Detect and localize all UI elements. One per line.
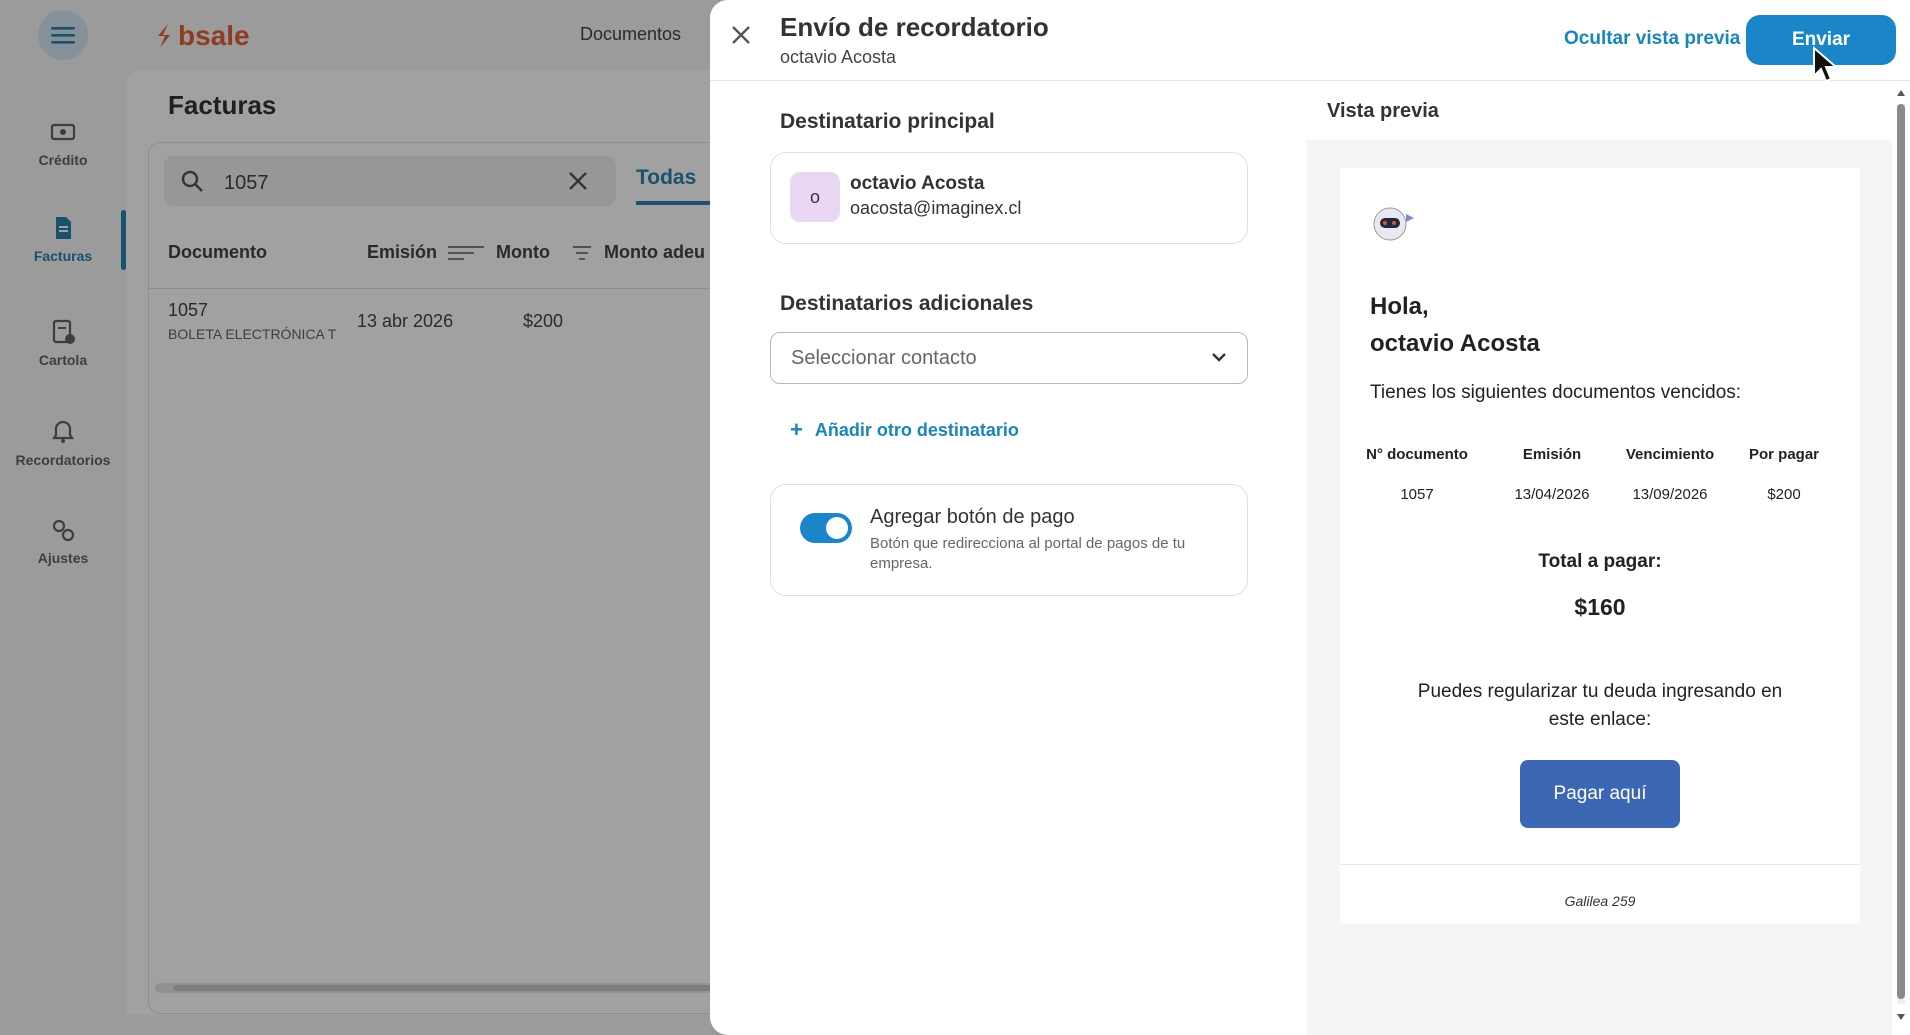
avatar: o [790, 172, 840, 222]
payment-button-toggle[interactable] [800, 513, 852, 543]
recipient-email: oacosta@imaginex.cl [850, 198, 1022, 218]
drawer-title: Envío de recordatorio [780, 12, 1049, 42]
vertical-scrollbar[interactable] [1894, 86, 1908, 1026]
scrollbar-thumb[interactable] [1897, 104, 1905, 999]
intro-text: Tienes los siguientes documentos vencido… [1370, 382, 1742, 403]
total-value: $160 [1574, 594, 1626, 620]
regularize-text: Puedes regularizar tu deuda ingresando e… [1417, 681, 1783, 730]
contact-select[interactable]: Seleccionar contacto [770, 332, 1248, 384]
plus-icon: + [790, 417, 803, 442]
chevron-down-icon [1212, 353, 1226, 362]
mouse-cursor-icon [1813, 46, 1839, 83]
recipient-name: octavio Acosta [850, 173, 985, 194]
toggle-knob [826, 517, 848, 539]
preview-title: Vista previa [1327, 100, 1439, 122]
drawer-header: Envío de recordatorio octavio Acosta Ocu… [710, 0, 1910, 83]
table-header: Emisión [1522, 446, 1582, 463]
reminder-drawer: Envío de recordatorio octavio Acosta Ocu… [710, 0, 1910, 1035]
payment-toggle-title: Agregar botón de pago [870, 506, 1075, 528]
additional-recipients-title: Destinatarios adicionales [780, 292, 1034, 315]
close-icon [732, 26, 750, 44]
table-cell: 1057 [1400, 486, 1434, 503]
table-cell: $200 [1767, 486, 1801, 503]
scroll-down-icon[interactable] [1896, 1012, 1906, 1022]
table-header: Vencimiento [1625, 446, 1715, 463]
scroll-up-icon[interactable] [1896, 88, 1906, 98]
table-cell: 13/04/2026 [1514, 486, 1590, 503]
pay-here-button[interactable]: Pagar aquí [1520, 760, 1680, 828]
close-button[interactable] [726, 20, 756, 50]
drawer-subtitle: octavio Acosta [780, 47, 897, 67]
email-preview: Hola, octavio Acosta Tienes los siguient… [1340, 168, 1860, 924]
payment-toggle-desc: Botón que redirecciona al portal de pago… [870, 535, 1186, 572]
robot-logo-icon [1373, 207, 1414, 241]
add-recipient-link[interactable]: + Añadir otro destinatario [790, 417, 1019, 443]
total-label: Total a pagar: [1538, 551, 1662, 572]
hide-preview-link[interactable]: Ocultar vista previa [1564, 28, 1740, 50]
table-header: Por pagar [1748, 446, 1820, 463]
email-divider [1340, 864, 1860, 865]
table-cell: 13/09/2026 [1632, 486, 1708, 503]
add-recipient-label: Añadir otro destinatario [814, 419, 1019, 440]
company-address: Galilea 259 [1564, 893, 1636, 909]
table-header: N° documento [1366, 446, 1468, 463]
greeting: Hola, octavio Acosta [1370, 293, 1540, 357]
principal-recipient-title: Destinatario principal [780, 110, 995, 133]
select-placeholder: Seleccionar contacto [791, 347, 977, 369]
